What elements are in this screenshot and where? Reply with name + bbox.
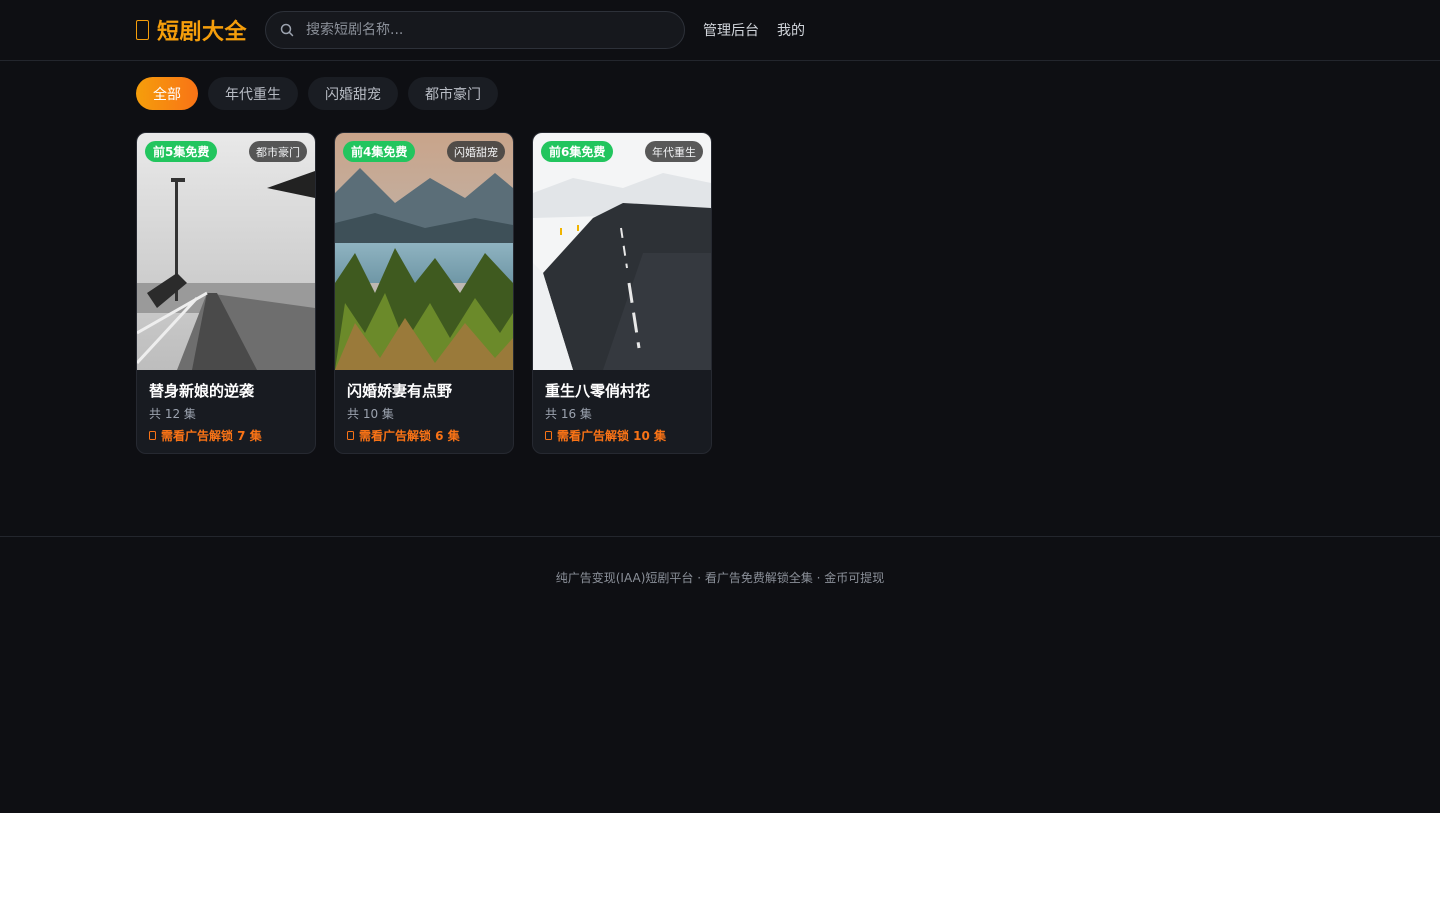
unlock-text: 需看广告解锁 7 集	[161, 429, 262, 443]
drama-poster: 前4集免费 闪婚甜宠	[335, 133, 513, 370]
nav-admin[interactable]: 管理后台	[703, 20, 759, 40]
road-poster-image	[533, 133, 711, 370]
category-badge: 闪婚甜宠	[447, 141, 505, 162]
phone-icon	[136, 20, 149, 40]
category-tab-rebirth[interactable]: 年代重生	[208, 77, 298, 110]
drama-grid: 前5集免费 都市豪门 替身新娘的逆袭 共 12 集 需看广告解锁 7 集 前4集…	[136, 132, 712, 454]
search-box[interactable]	[265, 11, 686, 49]
free-episodes-badge: 前4集免费	[343, 141, 416, 162]
drama-card[interactable]: 前5集免费 都市豪门 替身新娘的逆袭 共 12 集 需看广告解锁 7 集	[136, 132, 316, 454]
free-episodes-badge: 前5集免费	[145, 141, 218, 162]
category-tab-all[interactable]: 全部	[136, 77, 198, 110]
lock-icon	[347, 431, 354, 440]
category-badge: 都市豪门	[249, 141, 307, 162]
episode-count: 共 12 集	[149, 407, 196, 421]
brand-name: 短剧大全	[157, 20, 248, 45]
brand-logo[interactable]: 短剧大全	[136, 14, 247, 46]
episode-count: 共 10 集	[347, 407, 394, 421]
drama-title: 重生八零俏村花	[545, 382, 651, 400]
page-footer: 纯广告变现(IAA)短剧平台 · 看广告免费解锁全集 · 金币可提现	[0, 536, 1440, 586]
category-tab-urban-wealthy[interactable]: 都市豪门	[408, 77, 498, 110]
pier-poster-image	[137, 133, 315, 370]
drama-title: 闪婚娇妻有点野	[347, 382, 453, 400]
unlock-note: 需看广告解锁 10 集	[545, 427, 699, 444]
drama-poster: 前5集免费 都市豪门	[137, 133, 315, 370]
category-badge: 年代重生	[645, 141, 703, 162]
unlock-text: 需看广告解锁 10 集	[557, 429, 667, 443]
lock-icon	[545, 431, 552, 440]
drama-poster: 前6集免费 年代重生	[533, 133, 711, 370]
drama-title: 替身新娘的逆袭	[149, 382, 255, 400]
nav-mine[interactable]: 我的	[777, 20, 805, 40]
category-tab-flash-marriage[interactable]: 闪婚甜宠	[308, 77, 398, 110]
top-bar: 短剧大全 管理后台 我的	[0, 0, 1440, 61]
unlock-note: 需看广告解锁 6 集	[347, 427, 501, 444]
drama-card[interactable]: 前6集免费 年代重生 重生八零俏村花 共 16 集 需看广告解锁 10 集	[532, 132, 712, 454]
category-tabs: 全部 年代重生 闪婚甜宠 都市豪门	[136, 77, 498, 110]
unlock-text: 需看广告解锁 6 集	[359, 429, 460, 443]
footer-text: 纯广告变现(IAA)短剧平台 · 看广告免费解锁全集 · 金币可提现	[555, 571, 885, 585]
free-episodes-badge: 前6集免费	[541, 141, 614, 162]
app-root: 短剧大全 管理后台 我的 全部 年代重生 闪婚甜宠 都市豪门	[0, 0, 1440, 813]
unlock-note: 需看广告解锁 7 集	[149, 427, 303, 444]
lock-icon	[149, 431, 156, 440]
episode-count: 共 16 集	[545, 407, 592, 421]
search-icon	[280, 23, 294, 37]
lake-poster-image	[335, 133, 513, 370]
search-input[interactable]	[304, 21, 669, 39]
drama-card[interactable]: 前4集免费 闪婚甜宠 闪婚娇妻有点野 共 10 集 需看广告解锁 6 集	[334, 132, 514, 454]
